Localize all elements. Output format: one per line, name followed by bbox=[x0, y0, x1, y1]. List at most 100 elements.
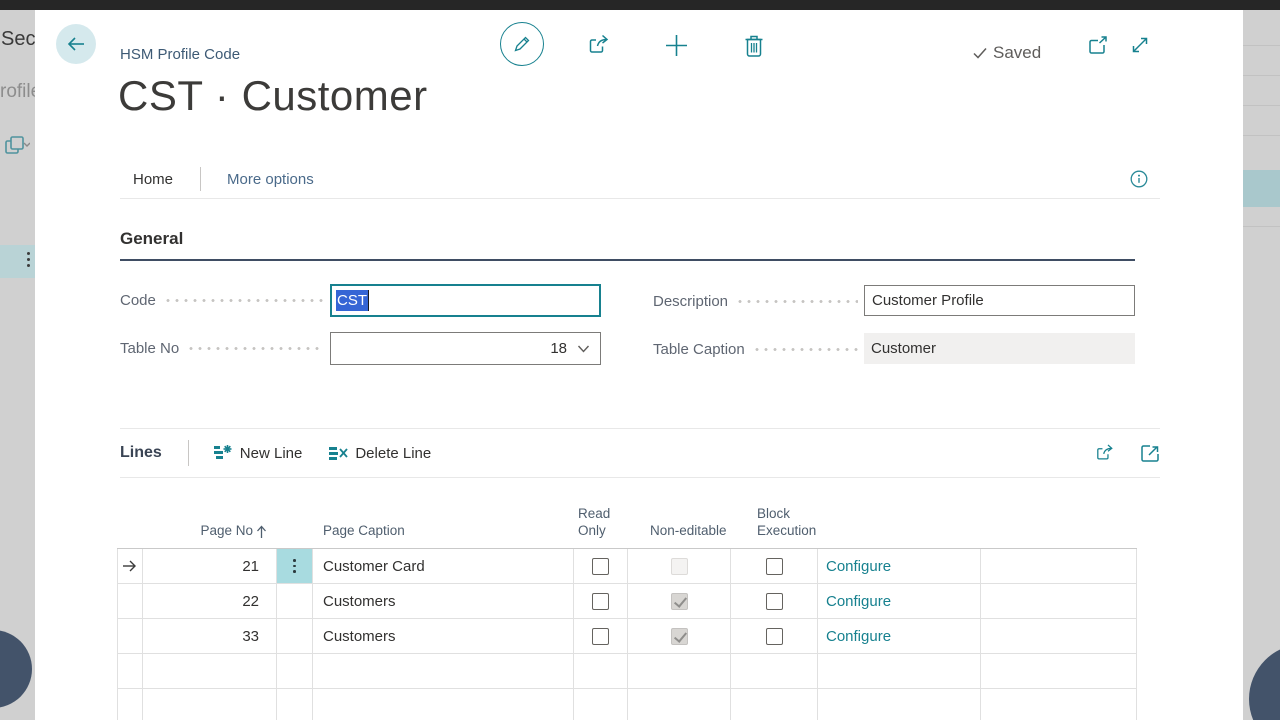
row-options-cell[interactable] bbox=[277, 619, 313, 654]
general-section-rule bbox=[120, 259, 1135, 261]
row-options-cell[interactable] bbox=[277, 584, 313, 619]
block-execution-checkbox[interactable] bbox=[766, 628, 783, 645]
lines-divider bbox=[188, 440, 189, 466]
checkmark-icon bbox=[971, 44, 989, 62]
table-caption-readonly-value: Customer bbox=[864, 333, 1135, 364]
configure-cell: Configure bbox=[818, 584, 981, 619]
background-app-right bbox=[1243, 0, 1280, 720]
menu-divider bbox=[200, 167, 201, 191]
background-row-line bbox=[1243, 45, 1280, 46]
table-row-empty bbox=[117, 654, 1137, 689]
new-button[interactable] bbox=[664, 33, 689, 58]
menu-home[interactable]: Home bbox=[133, 171, 173, 188]
read-only-checkbox[interactable] bbox=[592, 593, 609, 610]
info-button[interactable] bbox=[1130, 170, 1148, 188]
background-app-left: Secu rofile bbox=[0, 0, 35, 720]
table-caption-field-label: Table Caption bbox=[653, 333, 864, 366]
card-page-hsm-profile-code: HSM Profile Code bbox=[35, 10, 1243, 720]
expand-button[interactable] bbox=[1129, 34, 1151, 56]
background-help-bubble bbox=[0, 630, 32, 708]
pencil-icon bbox=[511, 33, 533, 55]
header-row-marker bbox=[117, 478, 143, 548]
popout-button[interactable] bbox=[1088, 36, 1108, 55]
column-header-non-editable[interactable]: Non-editable bbox=[628, 478, 731, 548]
background-field-text: rofile bbox=[0, 81, 35, 103]
configure-cell: Configure bbox=[818, 619, 981, 654]
column-header-page-caption[interactable]: Page Caption bbox=[313, 478, 574, 548]
vertical-dots-icon[interactable] bbox=[293, 559, 296, 573]
block-execution-checkbox[interactable] bbox=[766, 593, 783, 610]
non-editable-cell bbox=[628, 584, 731, 619]
table-no-field-label: Table No bbox=[120, 332, 330, 365]
page-no-cell[interactable]: 22 bbox=[143, 584, 277, 619]
block-execution-cell bbox=[731, 584, 818, 619]
configure-link[interactable]: Configure bbox=[826, 558, 891, 575]
delete-button[interactable] bbox=[742, 33, 766, 58]
table-no-input[interactable]: 18 bbox=[330, 332, 601, 365]
lines-share-button[interactable] bbox=[1094, 442, 1116, 464]
row-marker-cell bbox=[117, 584, 143, 619]
open-in-new-window-icon bbox=[1140, 444, 1160, 463]
read-only-cell bbox=[574, 549, 628, 584]
background-selected-row bbox=[0, 245, 35, 278]
page-caption-cell[interactable]: Customer Card bbox=[313, 549, 574, 584]
table-no-label-text: Table No bbox=[120, 340, 179, 357]
lines-open-button[interactable] bbox=[1140, 444, 1160, 463]
row-options-cell[interactable] bbox=[277, 549, 313, 584]
chevron-down-icon[interactable] bbox=[576, 341, 591, 356]
plus-icon bbox=[664, 33, 689, 58]
table-no-value: 18 bbox=[550, 340, 567, 357]
background-topbar-right bbox=[1243, 0, 1280, 10]
menu-more-options[interactable]: More options bbox=[227, 171, 314, 188]
configure-link[interactable]: Configure bbox=[826, 628, 891, 645]
spare-cell bbox=[981, 584, 1137, 619]
block-execution-checkbox[interactable] bbox=[766, 558, 783, 575]
configure-cell: Configure bbox=[818, 549, 981, 584]
non-editable-checkbox bbox=[671, 593, 688, 610]
delete-line-button[interactable]: Delete Line bbox=[328, 443, 431, 463]
share-button[interactable] bbox=[586, 32, 612, 58]
info-icon bbox=[1130, 170, 1148, 188]
copy-pages-icon bbox=[4, 134, 30, 158]
configure-link[interactable]: Configure bbox=[826, 593, 891, 610]
dotted-leader bbox=[166, 299, 324, 302]
new-line-button[interactable]: New Line bbox=[213, 443, 303, 463]
page-title: CST · Customer bbox=[118, 72, 428, 120]
read-only-checkbox[interactable] bbox=[592, 628, 609, 645]
expand-diagonal-icon bbox=[1129, 34, 1151, 56]
column-header-spare bbox=[981, 478, 1137, 548]
column-header-page-no[interactable]: Page No bbox=[143, 478, 277, 548]
block-execution-cell bbox=[731, 549, 818, 584]
read-only-checkbox[interactable] bbox=[592, 558, 609, 575]
header-row-options bbox=[277, 478, 313, 548]
edit-toggle-button[interactable] bbox=[500, 22, 544, 66]
general-section-heading: General bbox=[120, 229, 183, 249]
row-marker-cell bbox=[117, 619, 143, 654]
lines-heading: Lines bbox=[120, 444, 162, 462]
page-no-cell[interactable]: 33 bbox=[143, 619, 277, 654]
background-help-bubble bbox=[1249, 644, 1280, 720]
share-icon bbox=[586, 32, 612, 58]
delete-line-label: Delete Line bbox=[355, 445, 431, 462]
table-row-empty bbox=[117, 689, 1137, 720]
background-app-topbar bbox=[0, 0, 1280, 10]
non-editable-checkbox bbox=[671, 558, 688, 575]
back-button[interactable] bbox=[56, 24, 96, 64]
background-row-line bbox=[1243, 105, 1280, 106]
page-caption-cell[interactable]: Customers bbox=[313, 584, 574, 619]
table-row: 21 Customer Card Configure bbox=[117, 549, 1137, 584]
arrow-left-icon bbox=[65, 33, 87, 55]
share-icon bbox=[1094, 442, 1116, 464]
non-editable-cell bbox=[628, 549, 731, 584]
column-header-block-execution[interactable]: Block Execution bbox=[731, 478, 818, 548]
description-input[interactable]: Customer Profile bbox=[864, 285, 1135, 316]
description-label-text: Description bbox=[653, 293, 728, 310]
page-caption-cell[interactable]: Customers bbox=[313, 619, 574, 654]
column-header-read-only[interactable]: Read Only bbox=[574, 478, 628, 548]
non-editable-cell bbox=[628, 619, 731, 654]
open-in-new-window-icon bbox=[1088, 36, 1108, 55]
background-row-line bbox=[1243, 226, 1280, 227]
page-no-cell[interactable]: 21 bbox=[143, 549, 277, 584]
read-only-cell bbox=[574, 619, 628, 654]
code-input[interactable]: CST bbox=[330, 284, 601, 317]
